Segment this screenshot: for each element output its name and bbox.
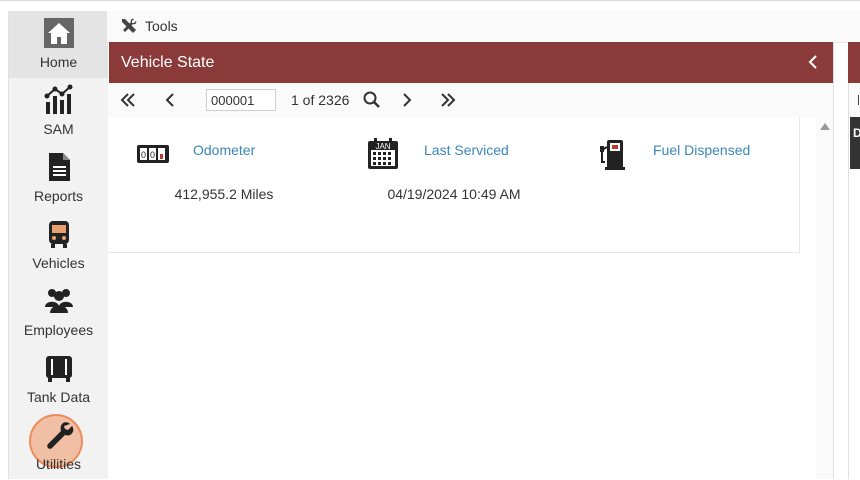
sidebar-item-utilities[interactable]: Utilities (9, 413, 108, 480)
sidebar-item-sam[interactable]: SAM (9, 78, 108, 145)
panel-title: Vehicle State (121, 54, 215, 71)
sidebar-item-label: Employees (23, 322, 94, 338)
sidebar-item-label: Reports (33, 188, 84, 204)
sidebar-item-label: Tank Data (26, 389, 91, 405)
odometer-link[interactable]: Odometer (193, 142, 255, 158)
collapse-chevron-icon[interactable] (803, 52, 823, 72)
last-serviced-card: JAN Last Serviced 04/19/2024 10:49 AM (339, 117, 570, 253)
right-panel-border (848, 117, 849, 479)
record-count: 1 of 2326 (291, 92, 350, 108)
sidebar-item-label: Vehicles (32, 255, 85, 271)
last-serviced-value: 04/19/2024 10:49 AM (387, 186, 521, 202)
sidebar-item-label: SAM (43, 121, 74, 137)
employees-icon (45, 289, 73, 313)
tools-icon[interactable] (120, 17, 138, 35)
svg-text:JAN: JAN (375, 142, 390, 151)
panel-divider (833, 42, 834, 479)
tools-menu[interactable]: Tools (145, 18, 178, 34)
last-record-icon[interactable] (439, 91, 457, 109)
search-icon[interactable] (363, 91, 381, 109)
calendar-icon: JAN (368, 138, 398, 169)
first-record-icon[interactable] (119, 91, 137, 109)
right-panel-header (848, 42, 860, 83)
top-border (0, 0, 860, 1)
last-serviced-link[interactable]: Last Serviced (424, 142, 509, 158)
fuel-dispensed-link[interactable]: Fuel Dispensed (653, 142, 750, 158)
right-panel-tab-letter: D (853, 126, 860, 140)
odometer-icon: 0 0 (137, 145, 169, 163)
tank-icon (46, 356, 72, 382)
sidebar-item-tank-data[interactable]: Tank Data (9, 346, 108, 413)
scroll-up-arrow-icon[interactable] (820, 123, 830, 130)
top-toolbar: Tools (107, 11, 860, 43)
odometer-card: 0 0 Odometer 412,955.2 Miles (109, 117, 340, 253)
sidebar-item-employees[interactable]: Employees (9, 279, 108, 346)
vehicle-state-header: Vehicle State (109, 42, 833, 83)
home-icon (44, 18, 74, 48)
sidebar-item-label: Utilities (35, 456, 82, 472)
right-panel-marker (858, 95, 859, 105)
previous-record-icon[interactable] (161, 91, 179, 109)
bus-icon (49, 221, 69, 248)
vertical-scrollbar[interactable] (816, 117, 833, 479)
record-pager: 1 of 2326 (109, 83, 833, 117)
sidebar-item-vehicles[interactable]: Vehicles (9, 212, 108, 468)
sidebar-item-label: Home (39, 54, 78, 70)
vehicle-state-content: 0 0 Odometer 412,955.2 Miles JAN Last Se… (109, 117, 816, 479)
fuel-dispensed-card: Fuel Dispensed (569, 117, 800, 253)
svg-text:0: 0 (150, 150, 155, 160)
right-panel-tab[interactable]: D (850, 117, 860, 169)
odometer-value: 412,955.2 Miles (174, 186, 274, 202)
wrench-icon (47, 422, 74, 449)
svg-text:0: 0 (141, 150, 146, 160)
sidebar-item-reports[interactable]: Reports (9, 145, 108, 212)
sam-icon (44, 84, 73, 114)
sidebar-nav: Home SAM Reports Vehicles Employees Tank… (8, 11, 108, 479)
fuel-pump-icon (600, 140, 625, 170)
next-record-icon[interactable] (398, 91, 416, 109)
record-number-input[interactable] (206, 89, 276, 111)
sidebar-item-home[interactable]: Home (9, 11, 108, 78)
reports-icon (49, 153, 70, 181)
